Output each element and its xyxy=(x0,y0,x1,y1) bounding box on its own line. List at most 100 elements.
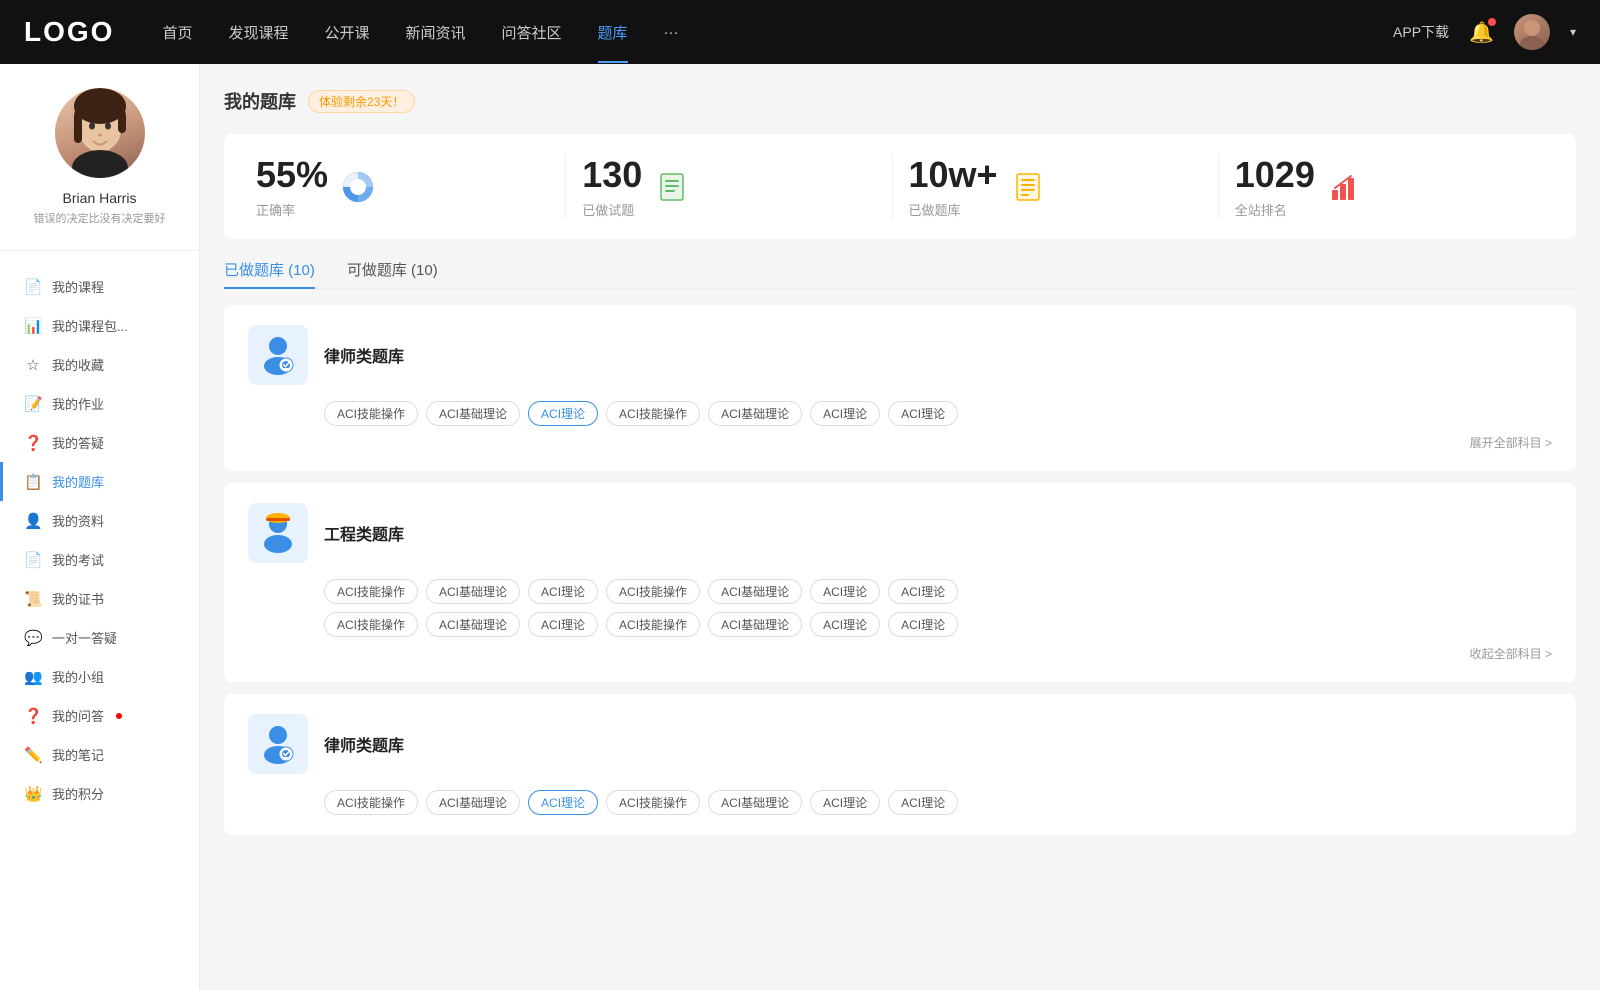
tag-item[interactable]: ACI理论 xyxy=(528,579,598,604)
nav-opencourse[interactable]: 公开课 xyxy=(324,22,369,43)
nav-menu: 首页 发现课程 公开课 新闻资讯 问答社区 题库 ··· xyxy=(162,22,1393,43)
tag-item[interactable]: ACI理论 xyxy=(810,401,880,426)
my-group-icon: 👥 xyxy=(24,668,42,686)
sidebar-avatar[interactable] xyxy=(55,88,145,178)
stat-done-banks-info: 10w+ 已做题库 xyxy=(909,154,998,219)
accuracy-icon xyxy=(340,169,376,205)
qbank-3-tags: ACI技能操作 ACI基础理论 ACI理论 ACI技能操作 ACI基础理论 AC… xyxy=(324,790,1552,815)
sidebar-item-my-cert[interactable]: 📜 我的证书 xyxy=(0,579,199,618)
tag-item[interactable]: ACI理论 xyxy=(810,612,880,637)
sidebar-item-my-answers[interactable]: ❓ 我的问答 xyxy=(0,696,199,735)
nav-home[interactable]: 首页 xyxy=(162,22,192,43)
sidebar-item-my-group[interactable]: 👥 我的小组 xyxy=(0,657,199,696)
tag-item[interactable]: ACI基础理论 xyxy=(708,612,802,637)
tag-item[interactable]: ACI技能操作 xyxy=(606,790,700,815)
stat-done-banks: 10w+ 已做题库 xyxy=(893,154,1219,219)
sidebar-item-my-profile[interactable]: 👤 我的资料 xyxy=(0,501,199,540)
tag-item[interactable]: ACI基础理论 xyxy=(426,579,520,604)
sidebar-item-my-homework[interactable]: 📝 我的作业 xyxy=(0,384,199,423)
tag-item[interactable]: ACI技能操作 xyxy=(324,401,418,426)
tag-item[interactable]: ACI基础理论 xyxy=(426,612,520,637)
rank-icon xyxy=(1327,169,1363,205)
my-exam-icon: 📄 xyxy=(24,551,42,569)
tag-item[interactable]: ACI基础理论 xyxy=(708,401,802,426)
tag-item[interactable]: ACI技能操作 xyxy=(324,790,418,815)
my-answers-label: 我的问答 xyxy=(52,706,104,725)
tag-item[interactable]: ACI基础理论 xyxy=(708,579,802,604)
sidebar-item-my-course-pkg[interactable]: 📊 我的课程包... xyxy=(0,306,199,345)
my-collection-label: 我的收藏 xyxy=(52,355,104,374)
one-to-one-label: 一对一答疑 xyxy=(52,628,117,647)
tag-item[interactable]: ACI技能操作 xyxy=(324,579,418,604)
nav-discover[interactable]: 发现课程 xyxy=(228,22,288,43)
sidebar-menu: 📄 我的课程 📊 我的课程包... ☆ 我的收藏 📝 我的作业 ❓ 我的答疑 📋 xyxy=(0,251,199,829)
main-content: 我的题库 体验剩余23天！ 55% 正确率 xyxy=(200,64,1600,990)
app-download-link[interactable]: APP下载 xyxy=(1393,22,1449,42)
tag-item[interactable]: ACI技能操作 xyxy=(606,612,700,637)
tag-item[interactable]: ACI理论 xyxy=(888,612,958,637)
tag-item[interactable]: ACI理论 xyxy=(810,790,880,815)
my-qbank-icon: 📋 xyxy=(24,473,42,491)
tag-item[interactable]: ACI基础理论 xyxy=(426,790,520,815)
qbank-1-title: 律师类题库 xyxy=(324,343,404,367)
tag-item[interactable]: ACI理论 xyxy=(888,790,958,815)
my-points-icon: 👑 xyxy=(24,785,42,803)
my-qbank-label: 我的题库 xyxy=(52,472,104,491)
tag-item[interactable]: ACI基础理论 xyxy=(708,790,802,815)
stat-rank: 1029 全站排名 xyxy=(1219,154,1544,219)
sidebar-item-my-exam[interactable]: 📄 我的考试 xyxy=(0,540,199,579)
tab-available-banks[interactable]: 可做题库 (10) xyxy=(347,259,438,288)
tag-item[interactable]: ACI理论 xyxy=(888,579,958,604)
tag-item-active[interactable]: ACI理论 xyxy=(528,401,598,426)
my-group-label: 我的小组 xyxy=(52,667,104,686)
my-homework-icon: 📝 xyxy=(24,395,42,413)
qbank-2-tags-row1: ACI技能操作 ACI基础理论 ACI理论 ACI技能操作 ACI基础理论 AC… xyxy=(324,579,1552,604)
stats-card: 55% 正确率 130 已做试题 xyxy=(224,134,1576,239)
sidebar-avatar-image xyxy=(55,88,145,178)
stat-accuracy-value: 55% xyxy=(256,154,328,196)
qbank-1-icon xyxy=(248,325,308,385)
sidebar-item-my-course[interactable]: 📄 我的课程 xyxy=(0,267,199,306)
tag-item[interactable]: ACI基础理论 xyxy=(426,401,520,426)
notification-dot xyxy=(1488,18,1496,26)
nav-more[interactable]: ··· xyxy=(664,24,679,41)
nav-qa[interactable]: 问答社区 xyxy=(502,22,562,43)
nav-news[interactable]: 新闻资讯 xyxy=(406,22,466,43)
sidebar-item-my-questions[interactable]: ❓ 我的答疑 xyxy=(0,423,199,462)
sidebar-item-one-to-one[interactable]: 💬 一对一答疑 xyxy=(0,618,199,657)
my-profile-icon: 👤 xyxy=(24,512,42,530)
qbank-1-header: 律师类题库 xyxy=(248,325,1552,385)
my-answers-dot xyxy=(116,713,122,719)
tag-item[interactable]: ACI理论 xyxy=(888,401,958,426)
done-banks-icon xyxy=(1010,169,1046,205)
tag-item[interactable]: ACI理论 xyxy=(810,579,880,604)
nav-qbank[interactable]: 题库 xyxy=(598,22,628,43)
qbank-1-expand[interactable]: 展开全部科目 > xyxy=(1470,434,1552,451)
user-menu-chevron[interactable]: ▾ xyxy=(1570,25,1576,39)
main-layout: Brian Harris 错误的决定比没有决定要好 📄 我的课程 📊 我的课程包… xyxy=(0,64,1600,990)
stat-rank-info: 1029 全站排名 xyxy=(1235,154,1315,219)
page-title: 我的题库 xyxy=(224,88,296,114)
sidebar-item-my-notes[interactable]: ✏️ 我的笔记 xyxy=(0,735,199,774)
notification-bell[interactable]: 🔔 xyxy=(1469,20,1494,45)
sidebar-item-my-points[interactable]: 👑 我的积分 xyxy=(0,774,199,813)
tag-item[interactable]: ACI技能操作 xyxy=(324,612,418,637)
tag-item-active[interactable]: ACI理论 xyxy=(528,790,598,815)
sidebar-item-my-qbank[interactable]: 📋 我的题库 xyxy=(0,462,199,501)
qbank-card-2: 工程类题库 ACI技能操作 ACI基础理论 ACI理论 ACI技能操作 ACI基… xyxy=(224,483,1576,682)
logo[interactable]: LOGO xyxy=(24,16,114,48)
qbank-2-collapse[interactable]: 收起全部科目 > xyxy=(1470,645,1552,662)
page-header: 我的题库 体验剩余23天！ xyxy=(224,88,1576,114)
my-homework-label: 我的作业 xyxy=(52,394,104,413)
tag-item[interactable]: ACI技能操作 xyxy=(606,579,700,604)
sidebar-motto: 错误的决定比没有决定要好 xyxy=(34,210,166,226)
stat-rank-value: 1029 xyxy=(1235,154,1315,196)
stat-rank-label: 全站排名 xyxy=(1235,200,1315,219)
tab-done-banks[interactable]: 已做题库 (10) xyxy=(224,259,315,288)
tag-item[interactable]: ACI技能操作 xyxy=(606,401,700,426)
qbank-3-header: 律师类题库 xyxy=(248,714,1552,774)
tag-item[interactable]: ACI理论 xyxy=(528,612,598,637)
avatar[interactable] xyxy=(1514,14,1550,50)
my-profile-label: 我的资料 xyxy=(52,511,104,530)
sidebar-item-my-collection[interactable]: ☆ 我的收藏 xyxy=(0,345,199,384)
